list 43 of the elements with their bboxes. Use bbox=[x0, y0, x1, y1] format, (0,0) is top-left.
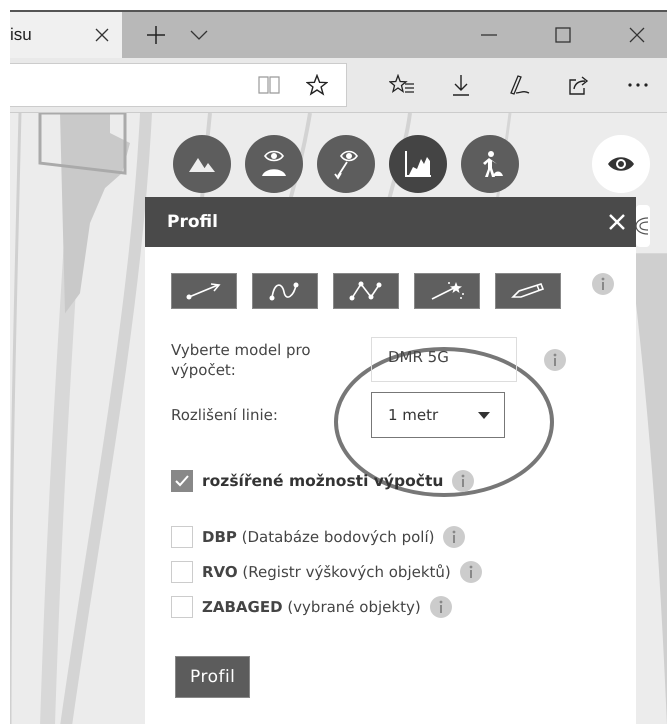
check-icon bbox=[174, 474, 190, 488]
checkbox-label: RVO (Registr výškových objektů) bbox=[202, 563, 451, 581]
eye-icon bbox=[607, 155, 635, 173]
checkbox-label: ZABAGED (vybrané objekty) bbox=[202, 598, 421, 616]
polyline-tool-button[interactable] bbox=[333, 273, 399, 309]
panel-title: Profil bbox=[167, 212, 218, 232]
plus-icon[interactable] bbox=[146, 25, 166, 45]
maximize-icon[interactable] bbox=[555, 27, 571, 43]
pencil-tool-button[interactable] bbox=[495, 273, 561, 309]
globe-button[interactable] bbox=[636, 205, 650, 247]
arrow-line-icon bbox=[185, 281, 223, 301]
curve-tool-button[interactable] bbox=[252, 273, 318, 309]
chart-icon bbox=[403, 149, 433, 179]
profile-submit-button[interactable]: Profil bbox=[175, 656, 250, 698]
more-icon[interactable] bbox=[626, 82, 649, 88]
magic-wand-tool-button[interactable] bbox=[414, 273, 480, 309]
close-icon[interactable] bbox=[94, 27, 110, 43]
reading-view-icon[interactable] bbox=[258, 76, 280, 94]
share-icon[interactable] bbox=[568, 74, 590, 96]
download-icon[interactable] bbox=[452, 74, 470, 96]
checkbox[interactable] bbox=[171, 561, 193, 583]
resolution-select[interactable]: 1 metr bbox=[371, 392, 505, 438]
info-icon[interactable] bbox=[592, 273, 614, 295]
address-field[interactable] bbox=[10, 63, 347, 107]
checkbox[interactable] bbox=[171, 596, 193, 618]
close-icon[interactable] bbox=[629, 27, 645, 43]
info-icon[interactable] bbox=[544, 348, 566, 370]
checkbox-label: DBP (Databáze bodových polí) bbox=[202, 528, 434, 546]
browser-tab[interactable]: isu bbox=[10, 12, 122, 58]
caret-icon bbox=[478, 412, 490, 418]
info-icon[interactable] bbox=[443, 526, 466, 548]
checkbox[interactable] bbox=[171, 526, 193, 548]
info-icon[interactable] bbox=[430, 596, 452, 618]
star-icon[interactable] bbox=[306, 74, 328, 96]
resolution-label: Rozlišení linie: bbox=[171, 405, 279, 425]
checkbox[interactable] bbox=[171, 470, 193, 492]
line-tool-button[interactable] bbox=[171, 273, 237, 309]
chevron-down-icon[interactable] bbox=[190, 30, 208, 40]
info-icon[interactable] bbox=[460, 561, 482, 583]
tab-title: isu bbox=[10, 25, 32, 45]
model-label: Vyberte model pro výpočet: bbox=[171, 340, 312, 380]
info-icon[interactable] bbox=[452, 470, 474, 492]
favorites-icon[interactable] bbox=[389, 74, 416, 96]
